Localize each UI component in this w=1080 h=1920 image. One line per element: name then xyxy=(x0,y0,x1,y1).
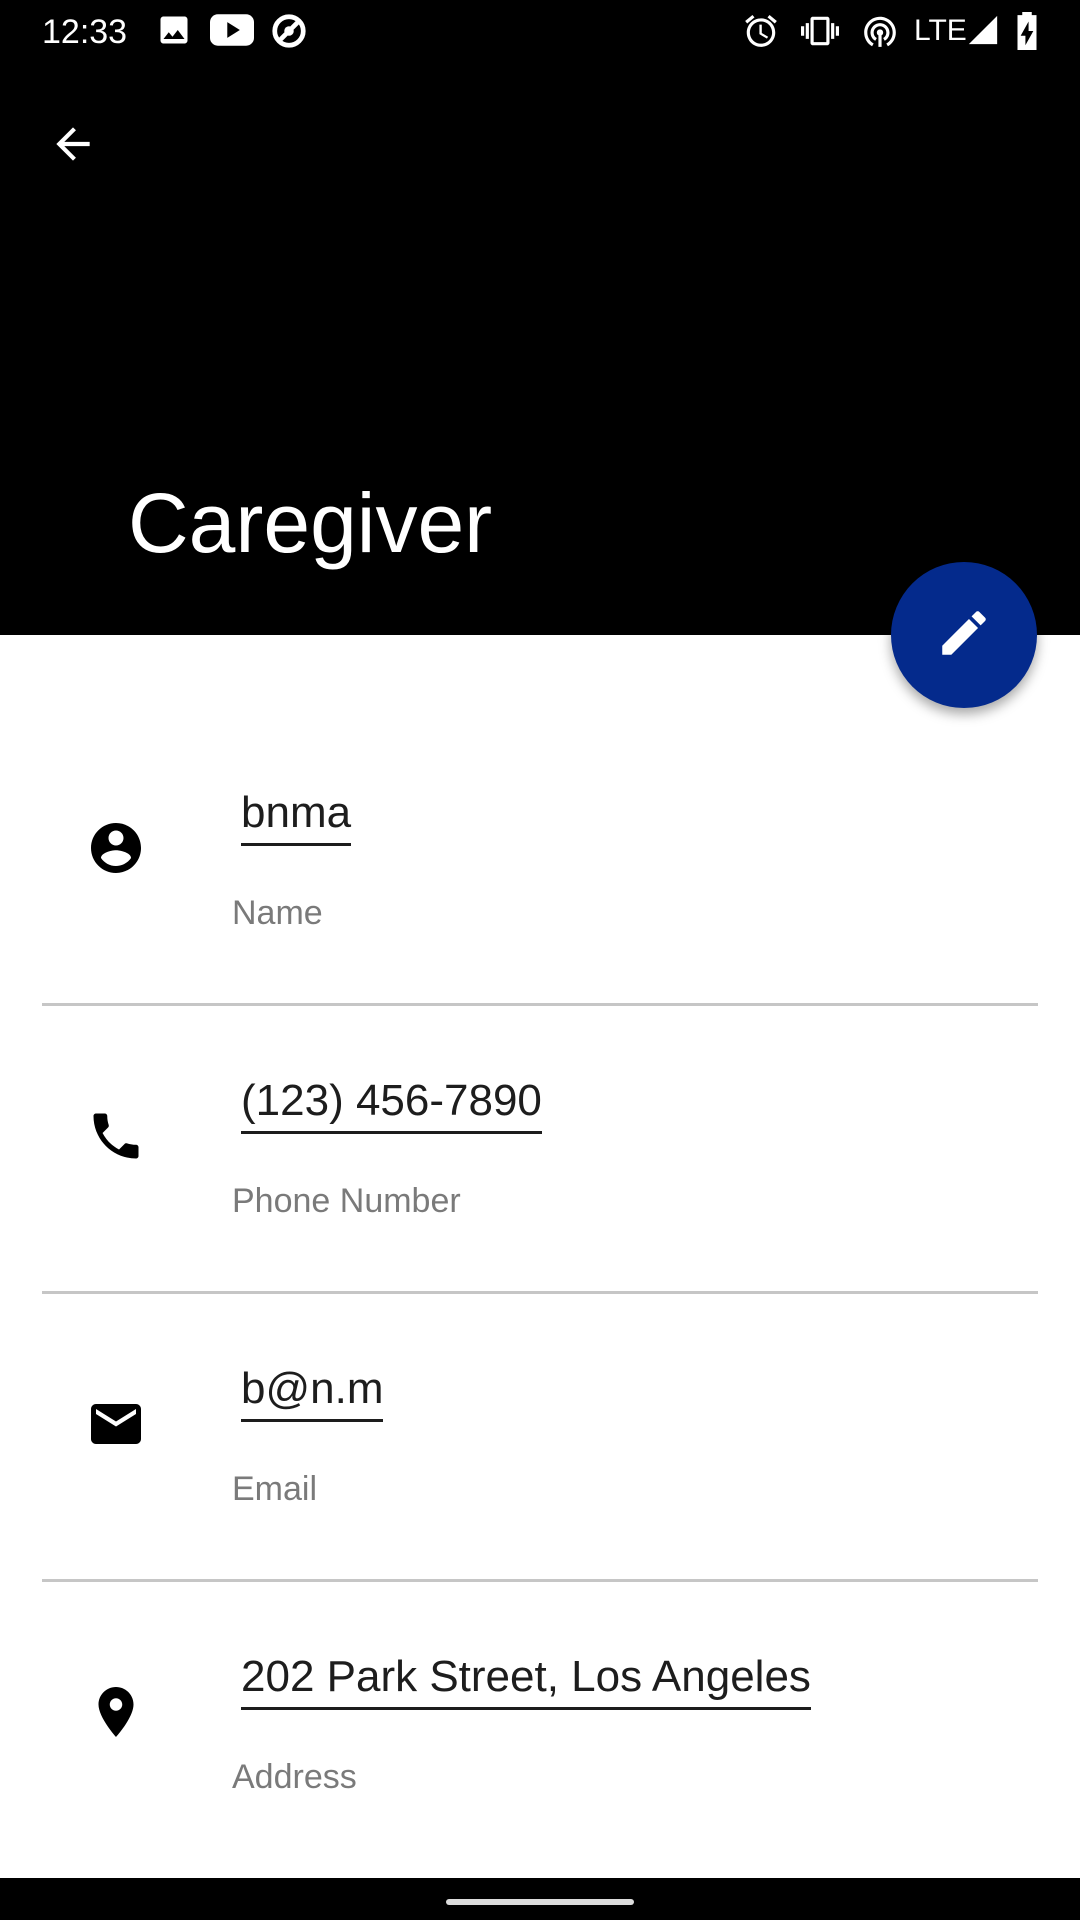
phone-row: (123) 456-7890 Phone Number xyxy=(0,1073,1080,1360)
divider xyxy=(42,1003,1038,1006)
battery-charging-icon xyxy=(1014,12,1040,55)
vibrate-icon xyxy=(800,12,840,55)
home-handle[interactable] xyxy=(446,1899,634,1905)
name-row: bnma Name xyxy=(0,785,1080,1072)
signal-icon xyxy=(966,12,1000,53)
edit-icon xyxy=(935,604,993,667)
address-row: 202 Park Street, Los Angeles Address xyxy=(0,1649,1080,1878)
status-time: 12:33 xyxy=(42,13,128,51)
phone-icon xyxy=(84,1104,148,1168)
phone-label: Phone Number xyxy=(232,1182,461,1220)
image-icon xyxy=(156,12,192,53)
alarm-icon xyxy=(742,12,780,55)
divider xyxy=(42,1579,1038,1582)
network-type-label: LTE xyxy=(914,14,967,47)
address-label: Address xyxy=(232,1758,357,1796)
data-saver-icon xyxy=(270,12,308,55)
phone-value[interactable]: (123) 456-7890 xyxy=(241,1073,542,1134)
address-value[interactable]: 202 Park Street, Los Angeles xyxy=(241,1649,811,1710)
email-row: b@n.m Email xyxy=(0,1361,1080,1648)
divider xyxy=(42,1291,1038,1294)
location-pin-icon xyxy=(84,1680,148,1744)
edit-button[interactable] xyxy=(891,562,1037,708)
page-title: Caregiver xyxy=(128,476,493,570)
arrow-back-icon xyxy=(48,119,98,174)
status-bar: 12:33 LTE xyxy=(0,0,1080,63)
youtube-icon xyxy=(210,12,254,53)
account-circle-icon xyxy=(84,816,148,880)
navigation-bar xyxy=(0,1878,1080,1920)
email-label: Email xyxy=(232,1470,318,1508)
email-value[interactable]: b@n.m xyxy=(241,1361,384,1422)
email-icon xyxy=(84,1392,148,1456)
back-button[interactable] xyxy=(36,109,110,183)
name-label: Name xyxy=(232,894,323,932)
name-value[interactable]: bnma xyxy=(241,785,352,846)
app-bar: Caregiver xyxy=(0,63,1080,635)
hotspot-icon xyxy=(860,12,900,55)
